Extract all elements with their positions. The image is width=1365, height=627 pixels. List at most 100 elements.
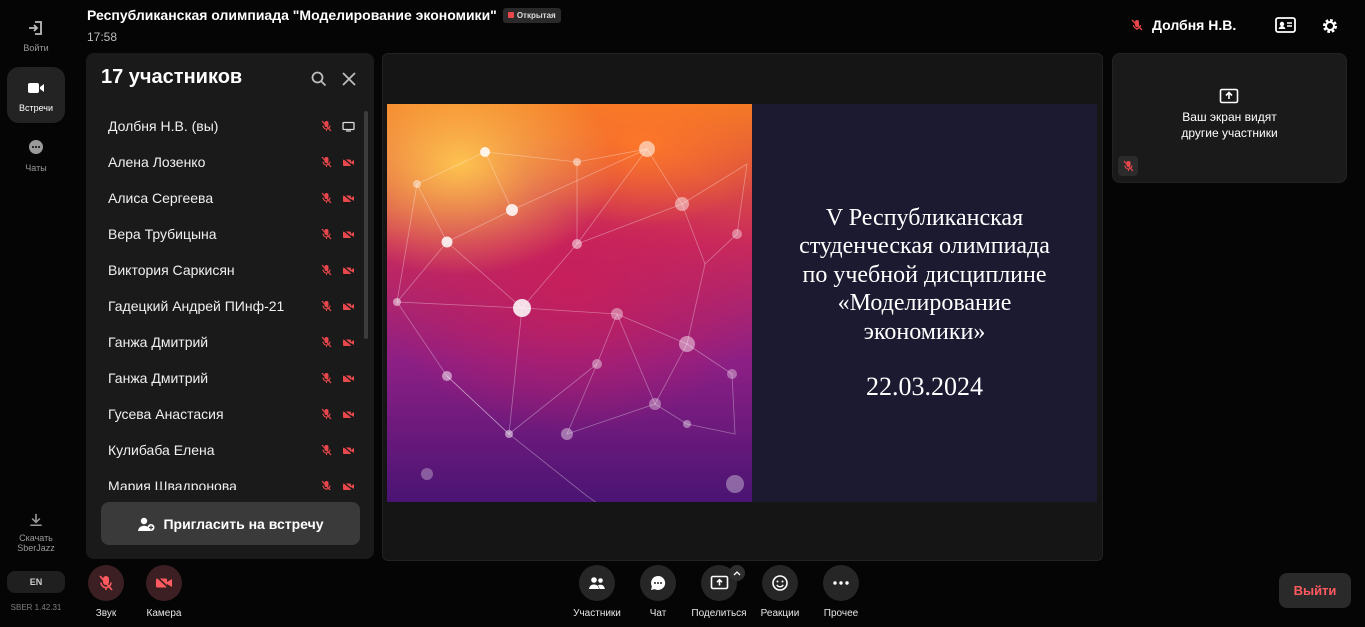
app-version: SBER 1.42.31 — [10, 603, 62, 612]
participant-row[interactable]: Ганжа Дмитрий — [86, 324, 364, 360]
participant-name: Гусева Анастасия — [108, 406, 224, 422]
participant-name: Ганжа Дмитрий — [108, 334, 209, 350]
login-icon — [29, 21, 42, 35]
sound-button-circle[interactable] — [88, 565, 124, 601]
share-options-toggle[interactable] — [729, 565, 745, 581]
invite-to-meeting-button[interactable]: Пригласить на встречу — [101, 502, 360, 545]
rail-download-label-1: Скачать — [19, 533, 53, 543]
participant-row[interactable]: Ганжа Дмитрий — [86, 360, 364, 396]
badge-label: Открытая — [516, 10, 556, 20]
rail-meetings-label: Встречи — [18, 102, 54, 113]
participant-row[interactable]: Гусева Анастасия — [86, 396, 364, 432]
meeting-title-row: Республиканская олимпиада "Моделирование… — [87, 7, 561, 23]
more-dots-icon — [833, 581, 849, 585]
participant-name: Вера Трубицына — [108, 226, 217, 242]
participant-row[interactable]: Гадецкий Андрей ПИнф-21 — [86, 288, 364, 324]
participants-button[interactable]: Участники — [567, 565, 627, 619]
screen-visible-line-1: Ваш экран видят — [1182, 110, 1277, 124]
presentation-slide: V Республиканская студенческая олимпиада… — [387, 104, 1097, 502]
participant-name: Кулибаба Елена — [108, 442, 215, 458]
slide-text-panel: V Республиканская студенческая олимпиада… — [752, 104, 1097, 502]
chevron-up-icon — [733, 571, 741, 576]
current-user-name: Долбня Н.В. — [1152, 17, 1237, 33]
mic-off-icon — [321, 192, 332, 204]
participants-count-title: 17 участников — [101, 66, 243, 88]
mic-off-icon — [321, 444, 332, 456]
participant-name: Мария Швадронова — [108, 478, 237, 490]
smiley-icon — [772, 575, 788, 591]
chat-button[interactable]: Чат — [638, 565, 678, 619]
settings-gear-icon[interactable] — [1320, 16, 1340, 36]
participant-name: Алена Лозенко — [108, 154, 206, 170]
camera-off-icon — [342, 445, 355, 455]
contact-card-icon[interactable] — [1275, 16, 1296, 34]
rail-login-label: Войти — [23, 43, 49, 53]
camera-off-icon — [342, 229, 355, 239]
chat-button-circle[interactable] — [640, 565, 676, 601]
participant-row[interactable]: Алиса Сергеева — [86, 180, 364, 216]
participant-row[interactable]: Алена Лозенко — [86, 144, 364, 180]
camera-off-icon — [342, 157, 355, 167]
participant-row[interactable]: Виктория Саркисян — [86, 252, 364, 288]
rail-login[interactable]: Войти — [7, 18, 65, 58]
camera-off-icon — [342, 481, 355, 490]
participant-name: Ганжа Дмитрий — [108, 370, 209, 386]
reactions-button[interactable]: Реакции — [760, 565, 800, 619]
reactions-button-circle[interactable] — [762, 565, 798, 601]
slide-date: 22.03.2024 — [866, 372, 983, 402]
rail-download[interactable]: Скачать SberJazz — [7, 511, 65, 553]
participants-button-circle[interactable] — [579, 565, 615, 601]
more-button-circle[interactable] — [823, 565, 859, 601]
mic-off-icon — [321, 372, 332, 384]
language-switch[interactable]: EN — [7, 571, 65, 593]
participants-panel: 17 участников Долбня Н.В. (вы) Алена Лоз… — [86, 53, 374, 559]
mic-off-icon — [321, 408, 332, 420]
participant-row[interactable]: Мария Швадронова — [86, 468, 364, 490]
participants-scrollbar[interactable] — [364, 111, 368, 339]
camera-button-circle[interactable] — [146, 565, 182, 601]
open-lock-icon — [507, 12, 514, 18]
participants-list[interactable]: Долбня Н.В. (вы) Алена Лозенко Алиса Сер… — [86, 108, 364, 490]
reactions-label: Реакции — [760, 608, 800, 619]
mic-off-icon — [321, 336, 332, 348]
mic-off-icon — [321, 264, 332, 276]
participant-name: Гадецкий Андрей ПИнф-21 — [108, 298, 285, 314]
mic-off-icon — [321, 120, 332, 132]
mic-off-icon — [1131, 19, 1143, 31]
invite-label: Пригласить на встречу — [163, 515, 324, 532]
mic-off-icon — [1123, 160, 1133, 172]
participant-name: Долбня Н.В. (вы) — [108, 118, 219, 134]
rail-chats[interactable]: Чаты — [7, 138, 65, 174]
meeting-time: 17:58 — [87, 30, 118, 44]
participant-row[interactable]: Кулибаба Елена — [86, 432, 364, 468]
rail-download-label-2: SberJazz — [17, 543, 55, 553]
sound-button[interactable]: Звук — [86, 565, 126, 619]
camera-off-icon — [342, 373, 355, 383]
mic-off-icon — [321, 228, 332, 240]
camera-off-icon — [342, 409, 355, 419]
mic-off-icon — [321, 480, 331, 490]
screen-share-icon — [710, 575, 728, 590]
chat-label: Чат — [649, 608, 667, 619]
more-button[interactable]: Прочее — [821, 565, 861, 619]
search-icon[interactable] — [310, 70, 328, 88]
screen-share-icon — [1219, 88, 1239, 104]
participant-row[interactable]: Вера Трубицына — [86, 216, 364, 252]
camera-label: Камера — [146, 608, 182, 619]
leave-meeting-button[interactable]: Выйти — [1279, 573, 1351, 608]
meeting-title: Республиканская олимпиада "Моделирование… — [87, 7, 497, 23]
participant-row[interactable]: Долбня Н.В. (вы) — [86, 108, 364, 144]
close-icon[interactable] — [340, 70, 358, 88]
more-label: Прочее — [823, 608, 859, 619]
share-label: Поделиться — [691, 608, 747, 619]
participants-label: Участники — [573, 608, 621, 619]
camera-button[interactable]: Камера — [144, 565, 184, 619]
people-icon — [589, 577, 605, 589]
mic-off-icon — [321, 300, 332, 312]
download-icon — [30, 513, 42, 527]
rail-meetings[interactable]: Встречи — [7, 67, 65, 123]
slide-network-image — [387, 104, 752, 502]
mic-off-icon — [99, 575, 113, 591]
participant-name: Виктория Саркисян — [108, 262, 235, 278]
camera-off-icon — [155, 575, 172, 591]
